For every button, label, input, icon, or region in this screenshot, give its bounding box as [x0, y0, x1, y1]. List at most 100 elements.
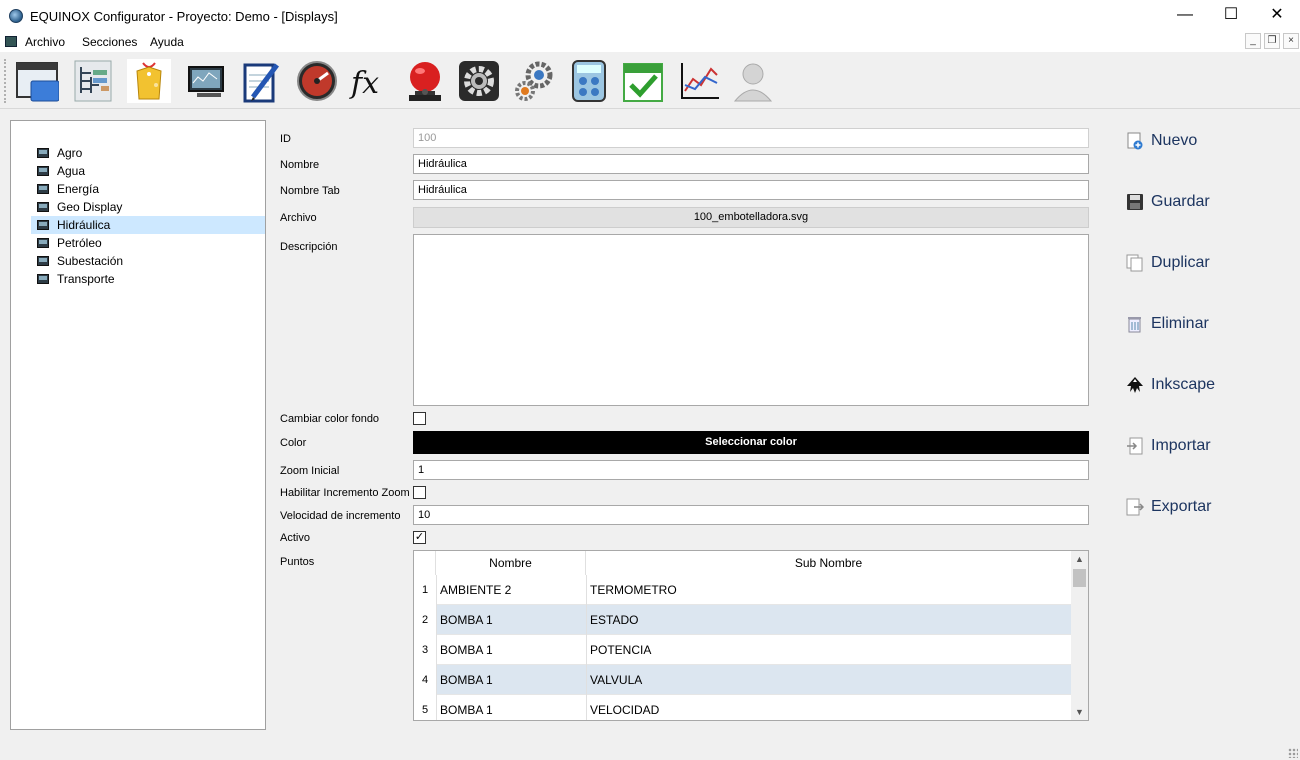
exportar-label: Exportar: [1151, 498, 1212, 515]
minimize-button[interactable]: —: [1162, 0, 1208, 32]
habilitar-zoom-checkbox[interactable]: [413, 486, 426, 499]
calendar-check-icon[interactable]: [618, 56, 668, 106]
table-row[interactable]: 1 AMBIENTE 2 TERMOMETRO: [414, 575, 1071, 605]
inkscape-icon: [1127, 377, 1143, 393]
alarm-bell-icon[interactable]: [400, 56, 450, 106]
display-icon: [37, 166, 49, 176]
tree-item-hidraulica[interactable]: Hidráulica: [31, 216, 265, 234]
cell-nombre[interactable]: AMBIENTE 2: [436, 575, 586, 605]
cell-nombre[interactable]: BOMBA 1: [436, 665, 586, 695]
importar-button[interactable]: Importar: [1124, 431, 1254, 461]
cell-nombre[interactable]: BOMBA 1: [436, 605, 586, 635]
cambiar-color-checkbox[interactable]: [413, 412, 426, 425]
close-button[interactable]: ✕: [1254, 0, 1300, 32]
table-row[interactable]: 5 BOMBA 1 VELOCIDAD: [414, 695, 1071, 720]
menu-archivo[interactable]: Archivo: [25, 35, 65, 49]
archivo-label: Archivo: [280, 212, 317, 224]
user-icon[interactable]: [728, 56, 778, 106]
cell-sub-nombre[interactable]: ESTADO: [586, 605, 1071, 635]
row-number[interactable]: 5: [414, 695, 436, 720]
maximize-button[interactable]: ☐: [1208, 0, 1254, 32]
row-number[interactable]: 4: [414, 665, 436, 695]
tree-item-label: Subestación: [57, 254, 124, 268]
scroll-thumb[interactable]: [1073, 569, 1086, 587]
mdi-minimize-button[interactable]: _: [1245, 33, 1261, 49]
line-chart-icon[interactable]: [674, 56, 724, 106]
displays-tree[interactable]: Agro Agua Energía Geo Display Hidráulica…: [10, 120, 266, 730]
table-row[interactable]: 4 BOMBA 1 VALVULA: [414, 665, 1071, 695]
tree-item-geo-display[interactable]: Geo Display: [31, 198, 265, 216]
toolbar-grip[interactable]: [4, 59, 7, 103]
display-icon: [37, 202, 49, 212]
column-header-sub-nombre[interactable]: Sub Nombre: [586, 551, 1071, 575]
cell-sub-nombre[interactable]: VALVULA: [586, 665, 1071, 695]
cell-sub-nombre[interactable]: POTENCIA: [586, 635, 1071, 665]
nuevo-button[interactable]: Nuevo: [1124, 126, 1254, 156]
duplicate-icon: [1126, 254, 1143, 272]
activo-checkbox[interactable]: ✓: [413, 531, 426, 544]
exportar-button[interactable]: Exportar: [1124, 492, 1254, 522]
window-icon[interactable]: [12, 56, 62, 106]
puntos-label: Puntos: [280, 556, 315, 568]
notepad-pen-icon[interactable]: [236, 56, 286, 106]
gauge-icon[interactable]: [292, 56, 342, 106]
nombre-label: Nombre: [280, 159, 320, 171]
tree-structure-icon[interactable]: [68, 56, 118, 106]
menu-ayuda[interactable]: Ayuda: [150, 35, 184, 49]
tree-item-agro[interactable]: Agro: [31, 144, 265, 162]
tree-item-subestacion[interactable]: Subestación: [31, 252, 265, 270]
eliminar-button[interactable]: Eliminar: [1124, 309, 1254, 339]
tree-item-transporte[interactable]: Transporte: [31, 270, 265, 288]
menu-secciones[interactable]: Secciones: [82, 35, 137, 49]
tree-item-petroleo[interactable]: Petróleo: [31, 234, 265, 252]
mdi-restore-button[interactable]: ❐: [1264, 33, 1280, 49]
table-scrollbar[interactable]: ▲ ▼: [1071, 551, 1088, 720]
gears-icon[interactable]: [508, 56, 558, 106]
tree-item-label: Agua: [57, 164, 86, 178]
function-fx-icon[interactable]: fx: [346, 56, 396, 106]
tree-item-label: Energía: [57, 182, 100, 196]
tree-item-agua[interactable]: Agua: [31, 162, 265, 180]
scroll-down-arrow-icon[interactable]: ▼: [1071, 704, 1088, 720]
table-row[interactable]: 3 BOMBA 1 POTENCIA: [414, 635, 1071, 665]
cell-nombre[interactable]: BOMBA 1: [436, 695, 586, 720]
resize-grip[interactable]: [1288, 748, 1298, 758]
nombre-tab-field[interactable]: Hidráulica: [413, 180, 1089, 200]
table-row[interactable]: 2 BOMBA 1 ESTADO: [414, 605, 1071, 635]
scroll-up-arrow-icon[interactable]: ▲: [1071, 551, 1088, 567]
eliminar-label: Eliminar: [1151, 315, 1209, 332]
archivo-button[interactable]: 100_embotelladora.svg: [413, 207, 1089, 228]
gear-icon[interactable]: [454, 56, 504, 106]
duplicar-label: Duplicar: [1151, 254, 1210, 271]
toolbar: fx: [0, 53, 1300, 109]
row-number[interactable]: 1: [414, 575, 436, 605]
column-header-nombre[interactable]: Nombre: [436, 551, 586, 575]
inkscape-button[interactable]: Inkscape: [1124, 370, 1254, 400]
table-header: Nombre Sub Nombre: [414, 551, 1071, 575]
cambiar-color-label: Cambiar color fondo: [280, 413, 380, 425]
duplicar-button[interactable]: Duplicar: [1124, 248, 1254, 278]
row-number[interactable]: 3: [414, 635, 436, 665]
mdi-close-button[interactable]: ×: [1283, 33, 1299, 49]
new-icon: [1127, 132, 1143, 150]
guardar-button[interactable]: Guardar: [1124, 187, 1254, 217]
tree-item-energia[interactable]: Energía: [31, 180, 265, 198]
zoom-inicial-field[interactable]: 1: [413, 460, 1089, 480]
monitor-icon[interactable]: [180, 56, 230, 106]
delete-icon: [1128, 317, 1141, 333]
descripcion-textarea[interactable]: [413, 234, 1089, 406]
cell-nombre[interactable]: BOMBA 1: [436, 635, 586, 665]
row-number[interactable]: 2: [414, 605, 436, 635]
tags-icon[interactable]: [124, 56, 174, 106]
velocidad-field[interactable]: 10: [413, 505, 1089, 525]
puntos-table[interactable]: Nombre Sub Nombre 1 AMBIENTE 2 TERMOMETR…: [413, 550, 1089, 721]
seleccionar-color-button[interactable]: Seleccionar color: [413, 431, 1089, 454]
display-icon: [37, 256, 49, 266]
habilitar-zoom-label: Habilitar Incremento Zoom: [280, 487, 410, 499]
calculator-icon[interactable]: [564, 56, 614, 106]
table-corner[interactable]: [414, 551, 436, 575]
cell-sub-nombre[interactable]: VELOCIDAD: [586, 695, 1071, 720]
inkscape-label: Inkscape: [1151, 376, 1216, 393]
cell-sub-nombre[interactable]: TERMOMETRO: [586, 575, 1071, 605]
nombre-field[interactable]: Hidráulica: [413, 154, 1089, 174]
